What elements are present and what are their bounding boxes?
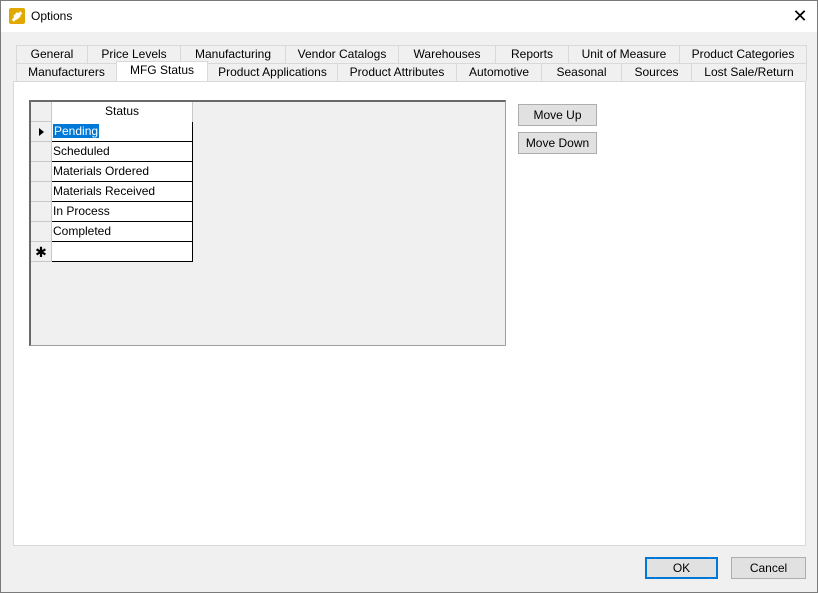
mfg-status-panel: Status Pending Scheduled Materials Order… (13, 81, 806, 546)
grid-row[interactable]: Completed (31, 222, 193, 242)
row-header[interactable] (31, 222, 52, 242)
tab-strip: General Price Levels Manufacturing Vendo… (13, 45, 807, 82)
grid-row[interactable]: In Process (31, 202, 193, 222)
tab-warehouses[interactable]: Warehouses (398, 45, 496, 63)
grid-row[interactable]: Scheduled (31, 142, 193, 162)
row-header[interactable] (31, 162, 52, 182)
options-window: Options ✕ General Price Levels Manufactu… (0, 0, 818, 593)
status-cell[interactable]: Materials Received (52, 182, 193, 202)
tab-product-applications[interactable]: Product Applications (207, 63, 338, 81)
tab-general[interactable]: General (16, 45, 88, 63)
app-icon (9, 8, 25, 24)
window-title: Options (31, 9, 73, 23)
tab-product-categories[interactable]: Product Categories (679, 45, 807, 63)
tab-reports[interactable]: Reports (495, 45, 569, 63)
tab-product-attributes[interactable]: Product Attributes (337, 63, 457, 81)
row-header[interactable] (31, 142, 52, 162)
tab-mfg-status[interactable]: MFG Status (116, 61, 208, 81)
status-column-header[interactable]: Status (52, 102, 193, 122)
status-cell[interactable]: Pending (52, 122, 193, 142)
tab-manufacturers[interactable]: Manufacturers (16, 63, 117, 81)
grid-corner-header[interactable] (31, 102, 52, 122)
status-grid[interactable]: Status Pending Scheduled Materials Order… (29, 100, 506, 346)
status-cell[interactable]: Materials Ordered (52, 162, 193, 182)
move-up-button[interactable]: Move Up (518, 104, 597, 126)
cancel-button[interactable]: Cancel (731, 557, 806, 579)
tab-automotive[interactable]: Automotive (456, 63, 542, 81)
move-down-button[interactable]: Move Down (518, 132, 597, 154)
tab-sources[interactable]: Sources (621, 63, 692, 81)
tab-unit-of-measure[interactable]: Unit of Measure (568, 45, 680, 63)
status-cell[interactable]: Scheduled (52, 142, 193, 162)
new-status-cell[interactable] (52, 242, 193, 262)
close-icon[interactable]: ✕ (783, 1, 817, 31)
grid-row[interactable]: Pending (31, 122, 193, 142)
row-header[interactable] (31, 182, 52, 202)
row-header[interactable] (31, 202, 52, 222)
status-cell-text: Pending (53, 124, 100, 138)
status-cell[interactable]: In Process (52, 202, 193, 222)
new-row[interactable]: ✱ (31, 242, 193, 262)
grid-row[interactable]: Materials Received (31, 182, 193, 202)
tab-seasonal[interactable]: Seasonal (541, 63, 622, 81)
current-row-arrow-icon[interactable] (31, 122, 52, 142)
ok-button[interactable]: OK (645, 557, 718, 579)
title-bar: Options ✕ (1, 1, 817, 32)
new-row-star-icon[interactable]: ✱ (31, 242, 52, 262)
tab-vendor-catalogs[interactable]: Vendor Catalogs (285, 45, 399, 63)
tab-lost-sale-return[interactable]: Lost Sale/Return (691, 63, 807, 81)
status-cell[interactable]: Completed (52, 222, 193, 242)
grid-row[interactable]: Materials Ordered (31, 162, 193, 182)
